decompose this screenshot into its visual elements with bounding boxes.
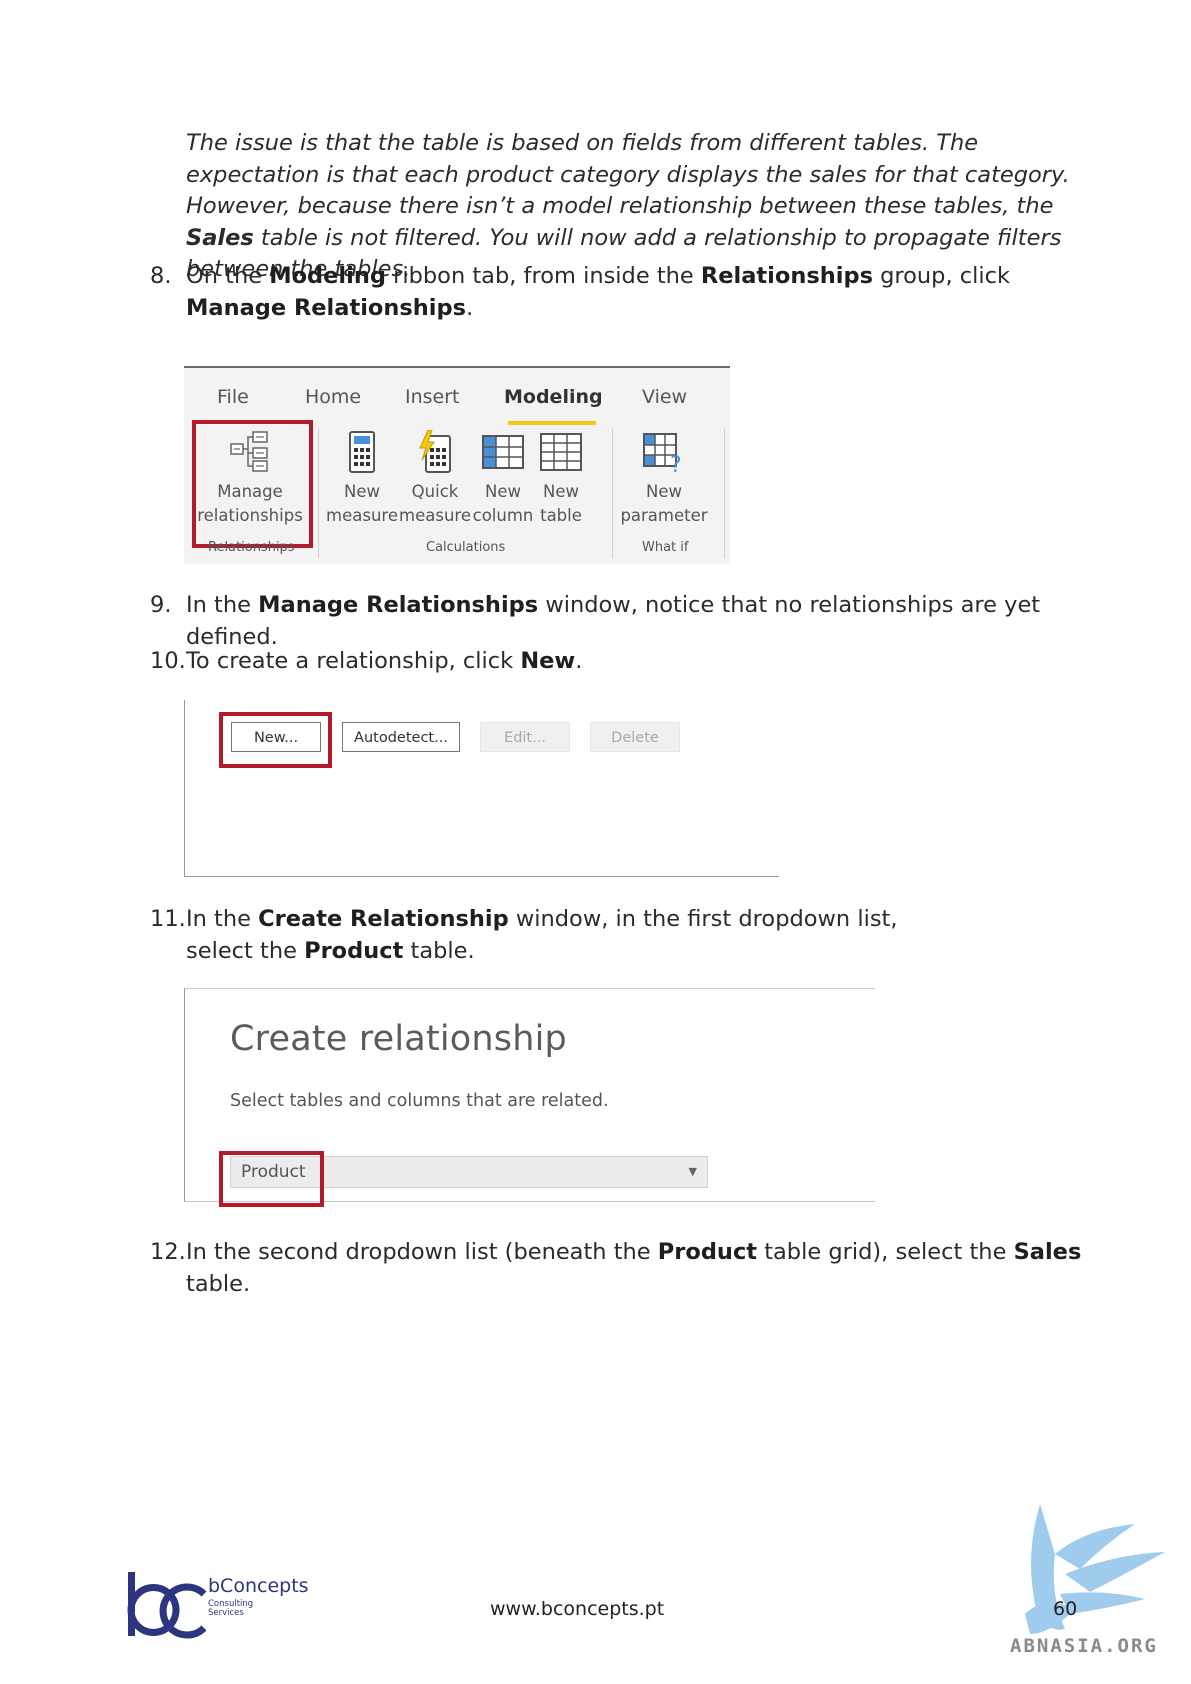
tab-file[interactable]: File <box>217 386 249 408</box>
active-tab-underline <box>508 421 596 425</box>
step-12: 12. In the second dropdown list (beneath… <box>150 1236 1081 1297</box>
step-bold: Manage Relationships <box>186 295 467 321</box>
new-column-icon <box>482 435 524 469</box>
tab-modeling[interactable]: Modeling <box>504 386 603 408</box>
quick-measure-label-2: measure <box>399 506 471 525</box>
step-body: In the second dropdown list (beneath the… <box>186 1236 1086 1300</box>
autodetect-button[interactable]: Autodetect... <box>342 722 460 752</box>
highlight-product-dropdown <box>219 1151 324 1207</box>
step-text: ribbon tab, from inside the <box>385 263 701 289</box>
group-label-whatif: What if <box>642 540 689 555</box>
edit-button[interactable]: Edit... <box>480 722 570 752</box>
brand-subtitle: Consulting Services <box>208 1600 253 1618</box>
step-text: group, click <box>872 263 1011 289</box>
step-text: In the <box>186 592 259 618</box>
new-table-button[interactable]: New table <box>530 430 592 528</box>
watermark-text: ABNASIA.ORG <box>1010 1635 1158 1657</box>
step-11: 11. In the Create Relationship window, i… <box>150 903 898 964</box>
step-9: 9. In the Manage Relationships window, n… <box>150 589 1040 650</box>
calculator-icon <box>349 431 375 473</box>
step-text: In the <box>186 906 259 932</box>
new-column-label-1: New <box>485 482 521 501</box>
new-parameter-button[interactable]: ? New parameter <box>616 430 712 528</box>
create-relationship-screenshot: Create relationship Select tables and co… <box>184 988 875 1207</box>
group-separator <box>612 428 613 558</box>
new-parameter-icon: ? <box>643 433 682 474</box>
step-text: . <box>575 648 583 674</box>
step-text: . <box>466 295 474 321</box>
new-parameter-label-2: parameter <box>620 506 708 525</box>
tab-insert[interactable]: Insert <box>405 386 460 408</box>
step-number: 8. <box>150 263 172 289</box>
intro-bold: Sales <box>186 224 254 251</box>
page-number: 60 <box>1053 1598 1078 1620</box>
step-bold: Product <box>657 1239 758 1265</box>
new-measure-label-1: New <box>344 482 380 501</box>
chevron-down-icon: ▼ <box>688 1165 697 1178</box>
dialog-title: Create relationship <box>230 1019 567 1059</box>
quick-measure-icon <box>419 430 451 473</box>
step-text: In the second dropdown list (beneath the <box>186 1239 658 1265</box>
delete-button[interactable]: Delete <box>590 722 680 752</box>
step-text: table grid), select the <box>757 1239 1014 1265</box>
step-body: In the Create Relationship window, in th… <box>186 903 926 967</box>
group-separator <box>318 428 319 558</box>
group-label-calculations: Calculations <box>426 540 506 555</box>
svg-text:?: ? <box>670 453 682 474</box>
new-table-label-1: New <box>543 482 579 501</box>
new-table-label-2: table <box>540 506 582 525</box>
step-bold: Sales <box>1013 1239 1082 1265</box>
new-column-button[interactable]: New column <box>467 430 539 528</box>
highlight-manage-relationships <box>192 420 313 548</box>
step-text: To create a relationship, click <box>186 648 521 674</box>
document-page: The issue is that the table is based on … <box>0 0 1191 1684</box>
step-number: 10. <box>150 648 186 674</box>
step-bold: Modeling <box>269 263 386 289</box>
step-body: In the Manage Relationships window, noti… <box>186 589 1086 653</box>
step-text: table. <box>403 938 475 964</box>
footer-url[interactable]: www.bconcepts.pt <box>490 1598 664 1620</box>
intro-text-1: The issue is that the table is based on … <box>186 130 1070 219</box>
step-bold: Relationships <box>700 263 873 289</box>
step-bold: New <box>520 648 576 674</box>
new-measure-button[interactable]: New measure <box>326 430 398 528</box>
new-table-icon <box>540 433 582 471</box>
quick-measure-label-1: Quick <box>411 482 459 501</box>
tab-view[interactable]: View <box>642 386 687 408</box>
step-text: On the <box>186 263 270 289</box>
bconcepts-logo <box>127 1572 206 1639</box>
tab-home[interactable]: Home <box>305 386 361 408</box>
step-8: 8. On the Modeling ribbon tab, from insi… <box>150 260 1010 321</box>
step-number: 9. <box>150 592 172 618</box>
group-label-relationships: Relationships <box>208 540 295 555</box>
new-measure-label-2: measure <box>326 506 398 525</box>
step-bold: Create Relationship <box>258 906 509 932</box>
step-number: 12. <box>150 1239 186 1265</box>
new-parameter-label-1: New <box>646 482 682 501</box>
step-body: On the Modeling ribbon tab, from inside … <box>186 260 1086 324</box>
brand-name: bConcepts <box>208 1575 309 1597</box>
step-text: table. <box>186 1271 251 1297</box>
ribbon-screenshot: File Home Insert Modeling View Manage re… <box>184 366 730 564</box>
brand-subtitle-line: Services <box>208 1608 244 1618</box>
dialog-subtitle: Select tables and columns that are relat… <box>230 1091 609 1111</box>
quick-measure-button[interactable]: Quick measure <box>399 430 471 528</box>
manage-relationships-buttons-screenshot: New... Autodetect... Edit... Delete <box>184 700 779 877</box>
step-body: To create a relationship, click New. <box>186 645 1086 677</box>
new-column-label-2: column <box>472 506 534 525</box>
step-bold: Product <box>304 938 404 964</box>
step-number: 11. <box>150 906 186 932</box>
highlight-new-button <box>219 712 332 768</box>
step-10: 10. To create a relationship, click New. <box>150 645 582 677</box>
step-bold: Manage Relationships <box>258 592 539 618</box>
watermark-bird-icon <box>1025 1504 1165 1634</box>
group-separator <box>724 428 725 558</box>
